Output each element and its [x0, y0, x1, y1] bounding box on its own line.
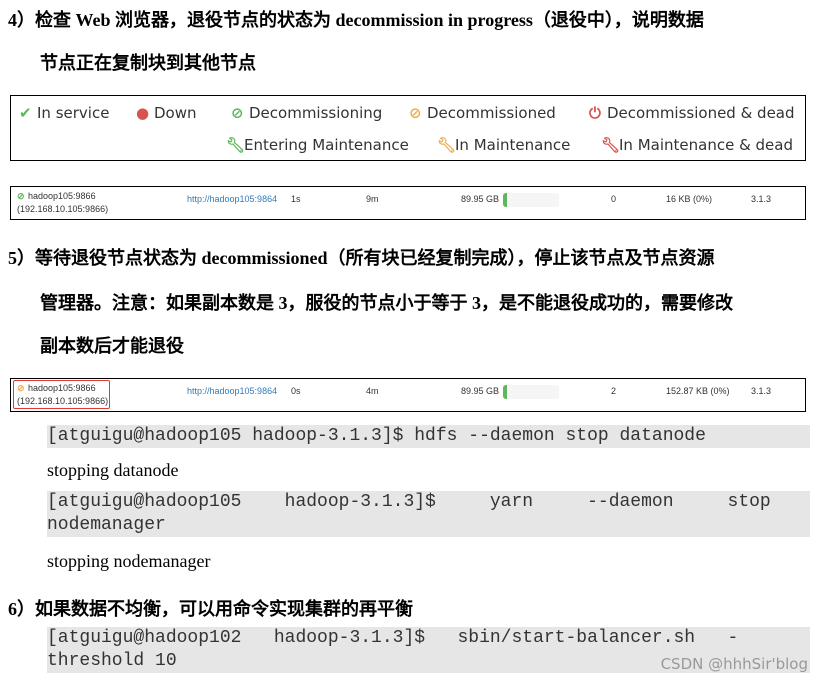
legend-item: ● Down — [136, 104, 197, 122]
legend-item: 🔧︎In Maintenance & dead — [601, 136, 793, 154]
check-icon: ✔ — [19, 104, 32, 122]
decommissioned-icon: ⊘ — [409, 104, 422, 122]
legend-item: 🔧︎In Maintenance — [437, 136, 570, 154]
down-icon: ● — [136, 104, 150, 122]
step5-heading: 5）等待退役节点状态为 decommissioned（所有块已经复制完成），停止… — [8, 248, 715, 268]
datanode-row: ⊘ hadoop105:9866 (192.168.10.105:9866) h… — [10, 378, 806, 412]
legend-label: Decommissioning — [249, 104, 383, 122]
legend-item: 🔧︎Entering Maintenance — [226, 136, 409, 154]
power-icon: ⏻ — [589, 104, 601, 122]
step6-heading: 6）如果数据不均衡，可以用命令实现集群的再平衡 — [8, 599, 413, 619]
last-block-report: 4m — [366, 386, 379, 396]
decommissioning-icon: ⊘ — [231, 104, 244, 122]
step5-text-cont: 副本数后才能退役 — [40, 336, 184, 356]
decommission-status-icon: ⊘ — [17, 191, 25, 201]
node-name: hadoop105:9866 — [28, 191, 96, 201]
legend-label: Decommissioned & dead — [607, 104, 795, 122]
last-contact: 0s — [291, 386, 301, 396]
step5-text: 管理器。注意：如果副本数是 3，服役的节点小于等于 3，是不能退役成功的，需要修… — [40, 293, 733, 313]
status-legend: ✔ In service ● Down ⊘ Decommissioning ⊘ Decommi… — [10, 95, 806, 161]
watermark: CSDN @hhhSir'blog — [660, 655, 808, 673]
step4-heading-cont: 节点正在复制块到其他节点 — [40, 53, 256, 73]
datanode-row: ⊘ hadoop105:9866 (192.168.10.105:9866) h… — [10, 186, 806, 220]
legend-label: In service — [37, 104, 110, 122]
blocks: 0 — [611, 194, 617, 204]
capacity: 89.95 GB — [461, 386, 500, 396]
version: 3.1.3 — [751, 194, 772, 204]
legend-item: ⊘ Decommissioned — [409, 104, 556, 122]
version: 3.1.3 — [751, 386, 772, 396]
legend-label: Down — [154, 104, 197, 122]
wrench-icon: 🔧︎ — [437, 136, 457, 154]
block-pool-used: 16 KB (0%) — [666, 194, 713, 204]
legend-item: ✔ In service — [19, 104, 109, 122]
last-block-report: 9m — [366, 194, 379, 204]
blocks: 2 — [611, 386, 617, 396]
capacity: 89.95 GB — [461, 194, 500, 204]
step4-heading: 4）检查 Web 浏览器，退役节点的状态为 decommission in pr… — [8, 10, 704, 30]
output-text: stopping nodemanager — [47, 551, 211, 571]
legend-label: Decommissioned — [427, 104, 556, 122]
wrench-icon: 🔧︎ — [601, 136, 621, 154]
legend-item: ⏻ Decommissioned & dead — [589, 104, 795, 122]
capacity-usage-bar — [503, 193, 559, 207]
block-pool-used: 152.87 KB (0%) — [666, 386, 730, 396]
legend-label: Entering Maintenance — [244, 136, 409, 154]
node-address: (192.168.10.105:9866) — [17, 204, 109, 214]
http-address-link[interactable]: http://hadoop105:9864 — [187, 386, 277, 396]
wrench-icon: 🔧︎ — [226, 136, 246, 154]
code-block: [atguigu@hadoop105 hadoop-3.1.3]$ yarn -… — [47, 491, 810, 537]
legend-item: ⊘ Decommissioning — [231, 104, 382, 122]
last-contact: 1s — [291, 194, 301, 204]
code-block: [atguigu@hadoop105 hadoop-3.1.3]$ hdfs -… — [47, 425, 810, 448]
capacity-usage-bar — [503, 385, 559, 399]
legend-label: In Maintenance & dead — [619, 136, 793, 154]
legend-label: In Maintenance — [455, 136, 571, 154]
output-text: stopping datanode — [47, 460, 179, 480]
highlight-box — [13, 380, 110, 409]
http-address-link[interactable]: http://hadoop105:9864 — [187, 194, 277, 204]
